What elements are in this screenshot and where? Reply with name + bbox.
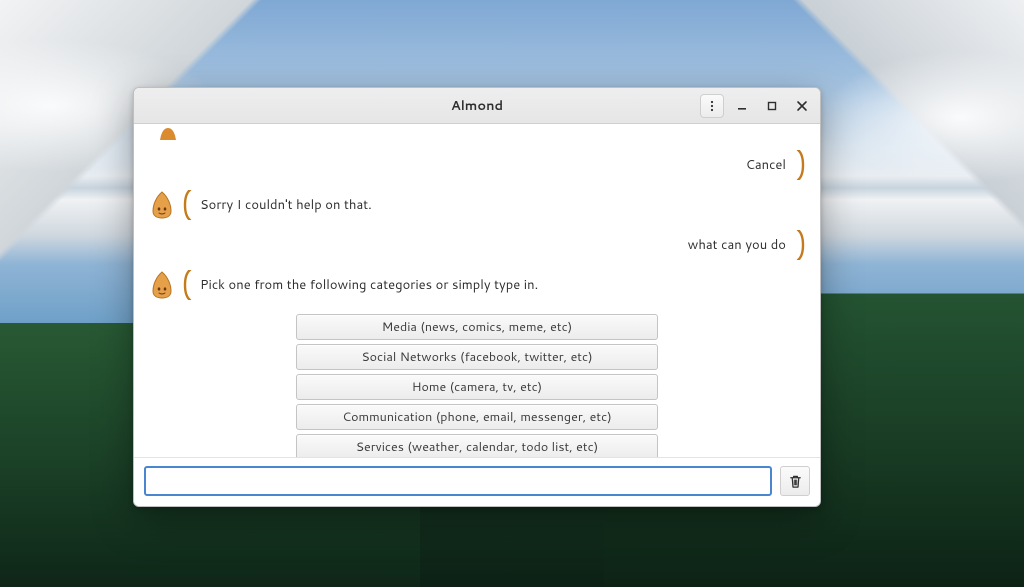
previous-message-peek — [148, 126, 806, 140]
user-message-row: what can you do — [148, 230, 806, 260]
bot-message-row: Pick one from the following categories o… — [148, 270, 806, 300]
user-message-text: Cancel — [740, 156, 792, 174]
user-bracket-icon — [796, 150, 806, 180]
bot-message-text: Pick one from the following categories o… — [194, 276, 544, 294]
menu-button[interactable] — [700, 94, 724, 118]
close-button[interactable] — [790, 94, 814, 118]
user-message-text: what can you do — [682, 236, 792, 254]
category-button-services[interactable]: Services (weather, calendar, todo list, … — [296, 434, 658, 457]
bot-message-text: Sorry I couldn't help on that. — [194, 196, 378, 214]
window-controls — [700, 94, 820, 118]
user-message-row: Cancel — [148, 150, 806, 180]
menu-icon — [706, 100, 718, 112]
almond-avatar-icon — [148, 191, 176, 219]
input-bar — [134, 457, 820, 506]
maximize-icon — [766, 100, 778, 112]
category-button-communication[interactable]: Communication (phone, email, messenger, … — [296, 404, 658, 430]
bot-message-row: Sorry I couldn't help on that. — [148, 190, 806, 220]
category-button-home[interactable]: Home (camera, tv, etc) — [296, 374, 658, 400]
trash-icon — [788, 474, 803, 489]
category-button-social[interactable]: Social Networks (facebook, twitter, etc) — [296, 344, 658, 370]
titlebar: Almond — [134, 88, 820, 124]
category-button-list: Media (news, comics, meme, etc) Social N… — [148, 314, 806, 457]
category-button-media[interactable]: Media (news, comics, meme, etc) — [296, 314, 658, 340]
close-icon — [796, 100, 808, 112]
clear-button[interactable] — [780, 466, 810, 496]
minimize-button[interactable] — [730, 94, 754, 118]
maximize-button[interactable] — [760, 94, 784, 118]
message-input[interactable] — [144, 466, 772, 496]
conversation-area: Cancel Sorry I couldn't help on that. wh… — [134, 124, 820, 457]
almond-avatar-icon — [148, 271, 176, 299]
user-bracket-icon — [796, 230, 806, 260]
bot-bracket-icon — [182, 270, 192, 300]
minimize-icon — [736, 100, 748, 112]
bot-bracket-icon — [182, 190, 192, 220]
app-window: Almond Cancel — [133, 87, 821, 507]
